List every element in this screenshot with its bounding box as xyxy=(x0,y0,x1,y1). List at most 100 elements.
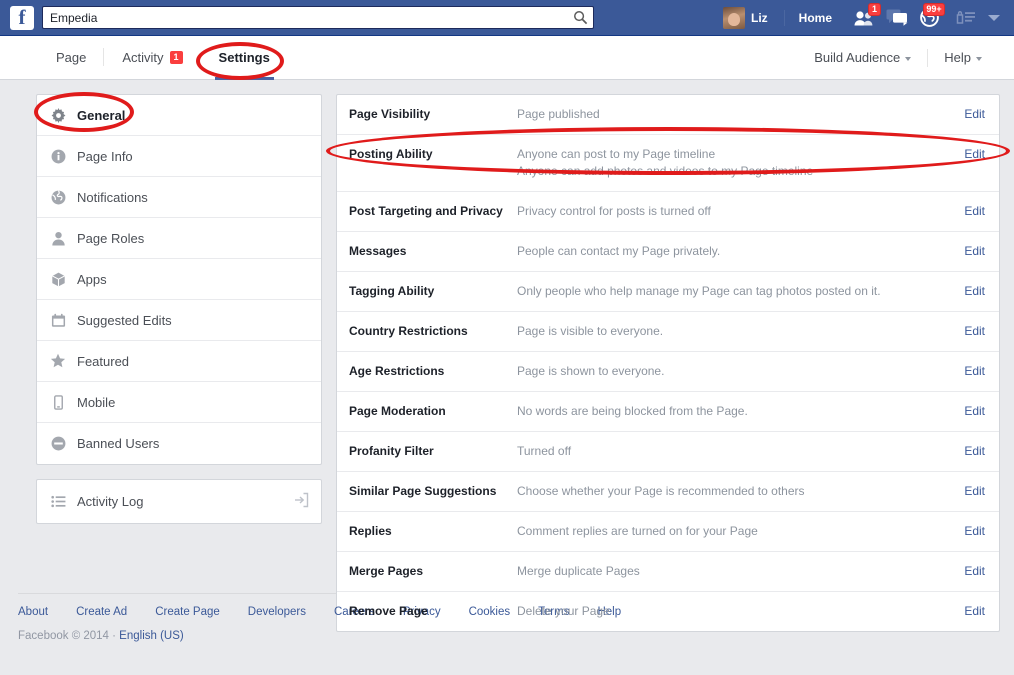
edit-link-remove-page[interactable]: Edit xyxy=(964,603,985,618)
setting-value: Merge duplicate Pages xyxy=(517,564,640,578)
setting-value: Page is visible to everyone. xyxy=(517,324,664,338)
gear-icon xyxy=(49,106,67,124)
sidebar-item-general-label: General xyxy=(77,107,126,123)
notifications-badge: 99+ xyxy=(923,2,945,16)
main-content: General Page Info Notifications Page Rol… xyxy=(0,80,1014,632)
notifications-globe-icon[interactable]: 99+ xyxy=(914,2,945,31)
user-name-label: Liz xyxy=(750,10,768,25)
sidebar-item-activity-log[interactable]: Activity Log xyxy=(37,480,321,523)
account-menu-chevron-down-icon[interactable] xyxy=(988,14,1000,21)
setting-label: Replies xyxy=(349,524,392,538)
edit-link-age-restrictions[interactable]: Edit xyxy=(964,363,985,378)
setting-label: Remove Page xyxy=(349,604,428,618)
user-profile-link[interactable]: Liz xyxy=(715,4,776,32)
sidebar-item-mobile[interactable]: Mobile xyxy=(37,382,321,423)
sidebar-item-suggested-edits-label: Suggested Edits xyxy=(77,312,172,328)
edit-link-page-moderation[interactable]: Edit xyxy=(964,403,985,418)
build-audience-menu[interactable]: Build Audience xyxy=(798,50,927,65)
info-icon xyxy=(49,147,67,165)
edit-link-page-visibility[interactable]: Edit xyxy=(964,106,985,121)
sidebar-item-banned-users[interactable]: Banned Users xyxy=(37,423,321,464)
friend-requests-badge: 1 xyxy=(868,2,881,16)
sidebar-item-featured[interactable]: Featured xyxy=(37,341,321,382)
language-link[interactable]: English (US) xyxy=(119,630,184,642)
divider xyxy=(783,9,785,26)
activity-log-card: Activity Log xyxy=(36,479,322,524)
sidebar-item-general[interactable]: General xyxy=(37,95,321,136)
calendar-icon xyxy=(49,311,67,329)
setting-value: Anyone can post to my Page timeline Anyo… xyxy=(517,146,964,180)
search-icon[interactable] xyxy=(573,10,588,25)
setting-value: Only people who help manage my Page can … xyxy=(517,284,881,298)
setting-value: People can contact my Page privately. xyxy=(517,244,721,258)
tab-settings[interactable]: Settings xyxy=(201,36,288,80)
sidebar-item-page-info-label: Page Info xyxy=(77,148,133,164)
setting-label: Merge Pages xyxy=(349,564,424,578)
topbar-right-group: Liz Home 1 99+ xyxy=(715,0,1004,36)
footer-link-about[interactable]: About xyxy=(18,606,48,618)
build-audience-label: Build Audience xyxy=(814,50,901,65)
topbar-icon-group: 1 99+ xyxy=(850,2,1004,31)
sidebar-item-suggested-edits[interactable]: Suggested Edits xyxy=(37,300,321,341)
setting-label: Post Targeting and Privacy xyxy=(349,204,503,218)
footer-link-create-ad[interactable]: Create Ad xyxy=(76,606,127,618)
edit-link-messages[interactable]: Edit xyxy=(964,243,985,258)
setting-value: No words are being blocked from the Page… xyxy=(517,404,748,418)
friend-requests-icon[interactable]: 1 xyxy=(850,2,881,31)
edit-link-profanity-filter[interactable]: Edit xyxy=(964,443,985,458)
setting-row-messages[interactable]: Messages People can contact my Page priv… xyxy=(337,232,999,272)
settings-sidebar: General Page Info Notifications Page Rol… xyxy=(36,94,322,577)
setting-row-tagging-ability[interactable]: Tagging Ability Only people who help man… xyxy=(337,272,999,312)
edit-link-post-targeting-and-privacy[interactable]: Edit xyxy=(964,203,985,218)
setting-row-page-visibility[interactable]: Page Visibility Page published Edit xyxy=(337,95,999,135)
setting-row-post-targeting-and-privacy[interactable]: Post Targeting and Privacy Privacy contr… xyxy=(337,192,999,232)
sidebar-item-notifications[interactable]: Notifications xyxy=(37,177,321,218)
setting-label: Age Restrictions xyxy=(349,364,445,378)
edit-link-similar-page-suggestions[interactable]: Edit xyxy=(964,483,985,498)
setting-row-page-moderation[interactable]: Page Moderation No words are being block… xyxy=(337,392,999,432)
settings-nav-card: General Page Info Notifications Page Rol… xyxy=(36,94,322,465)
tab-page-label: Page xyxy=(56,50,87,65)
setting-row-profanity-filter[interactable]: Profanity Filter Turned off Edit xyxy=(337,432,999,472)
sidebar-item-apps[interactable]: Apps xyxy=(37,259,321,300)
sidebar-item-page-info[interactable]: Page Info xyxy=(37,136,321,177)
avatar xyxy=(722,6,745,29)
edit-link-replies[interactable]: Edit xyxy=(964,523,985,538)
edit-link-posting-ability[interactable]: Edit xyxy=(964,146,985,161)
setting-row-country-restrictions[interactable]: Country Restrictions Page is visible to … xyxy=(337,312,999,352)
facebook-logo-icon[interactable]: f xyxy=(10,5,34,30)
box-icon xyxy=(49,270,67,288)
edit-link-country-restrictions[interactable]: Edit xyxy=(964,323,985,338)
tab-activity[interactable]: Activity 1 xyxy=(104,36,200,79)
chevron-down-icon xyxy=(976,56,982,61)
setting-row-remove-page[interactable]: Remove Page Delete your Page Edit xyxy=(337,592,999,631)
edit-link-tagging-ability[interactable]: Edit xyxy=(964,283,985,298)
footer-link-create-page[interactable]: Create Page xyxy=(155,606,220,618)
chevron-down-icon xyxy=(905,56,912,61)
external-link-icon[interactable] xyxy=(293,492,309,511)
copyright-text: Facebook © 2014 · xyxy=(18,630,120,642)
tab-activity-badge: 1 xyxy=(169,51,183,64)
setting-label: Similar Page Suggestions xyxy=(349,484,497,498)
edit-link-merge-pages[interactable]: Edit xyxy=(964,563,985,578)
activity-log-label: Activity Log xyxy=(77,494,144,509)
setting-row-similar-page-suggestions[interactable]: Similar Page Suggestions Choose whether … xyxy=(337,472,999,512)
tab-page[interactable]: Page xyxy=(38,36,105,79)
home-link[interactable]: Home xyxy=(793,11,838,25)
sidebar-item-banned-users-label: Banned Users xyxy=(77,436,160,451)
page-tab-bar: Page Activity 1 Settings Build Audience … xyxy=(0,36,1014,80)
search-input[interactable] xyxy=(42,6,594,29)
setting-row-merge-pages[interactable]: Merge Pages Merge duplicate Pages Edit xyxy=(337,552,999,592)
messages-icon[interactable] xyxy=(882,5,912,31)
privacy-lock-icon[interactable] xyxy=(956,9,976,27)
footer-link-developers[interactable]: Developers xyxy=(248,606,306,618)
setting-row-replies[interactable]: Replies Comment replies are turned on fo… xyxy=(337,512,999,552)
setting-row-age-restrictions[interactable]: Age Restrictions Page is shown to everyo… xyxy=(337,352,999,392)
setting-row-posting-ability[interactable]: Posting Ability Anyone can post to my Pa… xyxy=(337,135,999,192)
sidebar-item-apps-label: Apps xyxy=(77,271,107,287)
help-label: Help xyxy=(944,50,971,65)
person-icon xyxy=(49,229,67,247)
minus-circle-icon xyxy=(49,435,67,453)
sidebar-item-page-roles[interactable]: Page Roles xyxy=(37,218,321,259)
help-menu[interactable]: Help xyxy=(928,50,998,65)
